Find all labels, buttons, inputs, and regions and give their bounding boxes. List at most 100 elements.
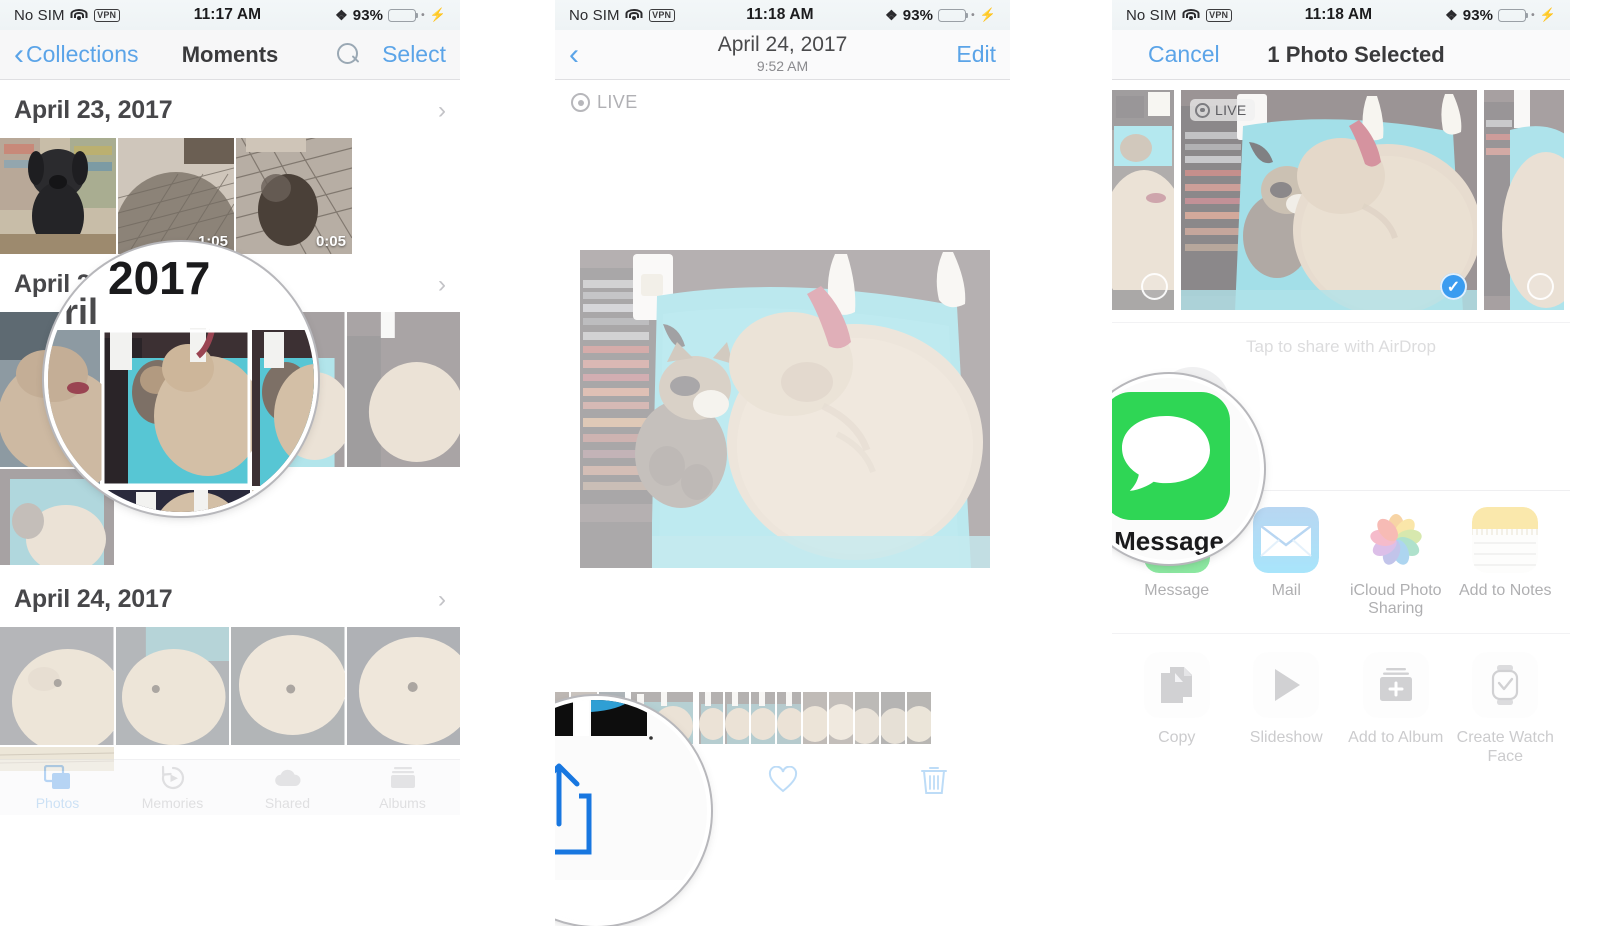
nav-actions: Select <box>337 41 446 68</box>
photo-thumbnail[interactable] <box>0 627 114 745</box>
share-app-mail-label: Mail <box>1271 582 1301 599</box>
share-action-add-to-album[interactable]: Add to Album <box>1341 651 1451 767</box>
tab-photos-label: Photos <box>35 794 80 811</box>
svg-text:Message: Message <box>1114 526 1224 556</box>
share-app-icloud-label: iCloud Photo Sharing <box>1349 582 1442 618</box>
status-bar-left: No SIM VPN <box>569 7 675 24</box>
chevron-right-icon[interactable]: › <box>438 271 446 299</box>
selection-thumb-selected[interactable]: LIVE ✓ <box>1181 90 1477 310</box>
photo-thumbnail[interactable] <box>346 627 460 745</box>
share-action-copy-label: Copy <box>1158 728 1196 746</box>
share-actions-row: Copy Slideshow Add to Album Create Watch… <box>1112 632 1570 783</box>
selection-thumb[interactable] <box>1112 90 1174 310</box>
share-app-icloud-photo-sharing[interactable]: iCloud Photo Sharing <box>1341 507 1451 619</box>
photos-stack-icon <box>43 765 72 792</box>
tab-bar: Photos Memories Shared Albums <box>0 759 460 815</box>
share-action-create-watch-face[interactable]: Create Watch Face <box>1451 651 1561 767</box>
photo-thumbnail[interactable] <box>346 312 460 467</box>
battery-trailing-dot: • <box>1531 9 1535 21</box>
vpn-badge: VPN <box>648 8 675 22</box>
tab-shared[interactable]: Shared <box>230 765 345 811</box>
selection-circle-unchecked[interactable] <box>1141 273 1168 300</box>
photo-date-label: April 24, 2017 <box>717 33 848 57</box>
status-bar-left: No SIM VPN <box>1126 7 1232 24</box>
selection-thumb[interactable] <box>1484 90 1564 310</box>
battery-percent-label: 93% <box>902 6 934 24</box>
chevron-right-icon[interactable]: › <box>438 97 446 125</box>
carrier-label: No SIM <box>569 6 620 24</box>
share-action-slideshow-label: Slideshow <box>1249 728 1323 746</box>
moment-section-1: April 23, 2017 › 1:05 0:05 <box>0 80 460 254</box>
tab-albums-label: Albums <box>379 794 426 811</box>
airdrop-hint-label: Tap to share with AirDrop <box>1246 337 1436 356</box>
share-action-watch-face-label: Create Watch Face <box>1456 728 1554 765</box>
share-app-add-to-notes[interactable]: Add to Notes <box>1451 507 1561 619</box>
status-bar-right: ❖ 93% • ⚡ <box>335 7 446 24</box>
tab-memories-label: Memories <box>141 794 204 811</box>
live-photo-label: LIVE <box>597 92 638 112</box>
share-app-message-label: Message <box>1144 582 1210 599</box>
photo-viewer[interactable] <box>555 236 1010 578</box>
tab-memories[interactable]: Memories <box>115 765 230 811</box>
video-thumbnail[interactable]: 0:05 <box>236 138 352 254</box>
video-thumbnail[interactable]: 1:05 <box>118 138 234 254</box>
trash-icon <box>921 765 948 800</box>
lightning-bolt-icon: ⚡ <box>979 7 996 22</box>
status-bar-left: No SIM VPN <box>14 7 120 24</box>
photo-thumbnail[interactable] <box>0 138 116 254</box>
svg-text:April: April <box>48 291 98 332</box>
moment-header[interactable]: April 23, 2017 › <box>0 80 460 138</box>
delete-button[interactable] <box>858 765 1010 800</box>
wifi-icon <box>70 8 88 22</box>
photo-thumbnail[interactable] <box>115 627 229 745</box>
share-app-notes-label: Add to Notes <box>1459 582 1552 599</box>
moment-thumbnail-row: 1:05 0:05 <box>0 138 460 254</box>
nav-bar-share-sheet: Cancel 1 Photo Selected <box>1112 30 1570 80</box>
back-to-collections-button[interactable]: Collections <box>26 41 139 68</box>
search-icon[interactable] <box>337 43 360 66</box>
filmstrip-thumb <box>749 692 777 744</box>
moment-header[interactable]: April 24, 2017 › <box>0 569 460 627</box>
phone-panel-share-sheet: No SIM VPN 11:18 AM ❖ 93% • ⚡ Cancel 1 P… <box>1112 0 1570 926</box>
svg-text:2017: 2017 <box>108 252 210 304</box>
status-bar-right: ❖ 93% • ⚡ <box>1445 7 1556 24</box>
chevron-left-icon[interactable]: ‹ <box>14 39 24 70</box>
select-button[interactable]: Select <box>382 41 446 68</box>
selection-circle-checked[interactable]: ✓ <box>1440 273 1467 300</box>
bluetooth-icon: ❖ <box>335 6 348 23</box>
photo-time-label: 9:52 AM <box>756 57 809 74</box>
moment-date-label: April 24, 2017 <box>14 585 173 613</box>
lightning-bolt-icon: ⚡ <box>429 7 446 22</box>
tab-albums[interactable]: Albums <box>345 765 460 811</box>
status-bar-right: ❖ 93% • ⚡ <box>885 7 996 24</box>
moment-section-3: April 24, 2017 › <box>0 569 460 771</box>
tab-shared-label: Shared <box>264 794 311 811</box>
filmstrip-thumb <box>725 692 753 744</box>
cancel-button[interactable]: Cancel <box>1148 41 1220 68</box>
albums-folder-icon <box>389 765 417 792</box>
chevron-left-icon[interactable]: ‹ <box>569 39 579 70</box>
battery-percent-label: 93% <box>1462 6 1494 24</box>
share-action-slideshow[interactable]: Slideshow <box>1232 651 1342 767</box>
moment-thumbnail-row <box>0 627 460 745</box>
selection-circle-unchecked[interactable] <box>1527 273 1554 300</box>
chevron-right-icon[interactable]: › <box>438 586 446 614</box>
battery-trailing-dot: • <box>421 9 425 21</box>
vpn-badge: VPN <box>1205 8 1232 22</box>
tab-photos[interactable]: Photos <box>0 765 115 811</box>
magnifier-loupe-photo-grid: 2017 April <box>48 246 314 512</box>
battery-icon <box>388 8 419 22</box>
filmstrip-thumb <box>903 692 935 744</box>
apple-watch-icon <box>1472 651 1539 718</box>
live-photo-badge[interactable]: LIVE <box>555 80 1010 113</box>
notes-app-icon <box>1472 507 1539 573</box>
status-bar-panel1: No SIM VPN 11:17 AM ❖ 93% • ⚡ <box>0 0 460 30</box>
live-photo-icon <box>571 93 590 112</box>
filmstrip-thumb <box>777 692 805 744</box>
edit-button[interactable]: Edit <box>956 41 996 68</box>
favorite-button[interactable] <box>707 765 859 799</box>
memories-replay-icon <box>159 765 187 792</box>
filmstrip-thumb <box>799 692 831 744</box>
photo-thumbnail[interactable] <box>231 627 345 745</box>
share-action-copy[interactable]: Copy <box>1122 651 1232 767</box>
